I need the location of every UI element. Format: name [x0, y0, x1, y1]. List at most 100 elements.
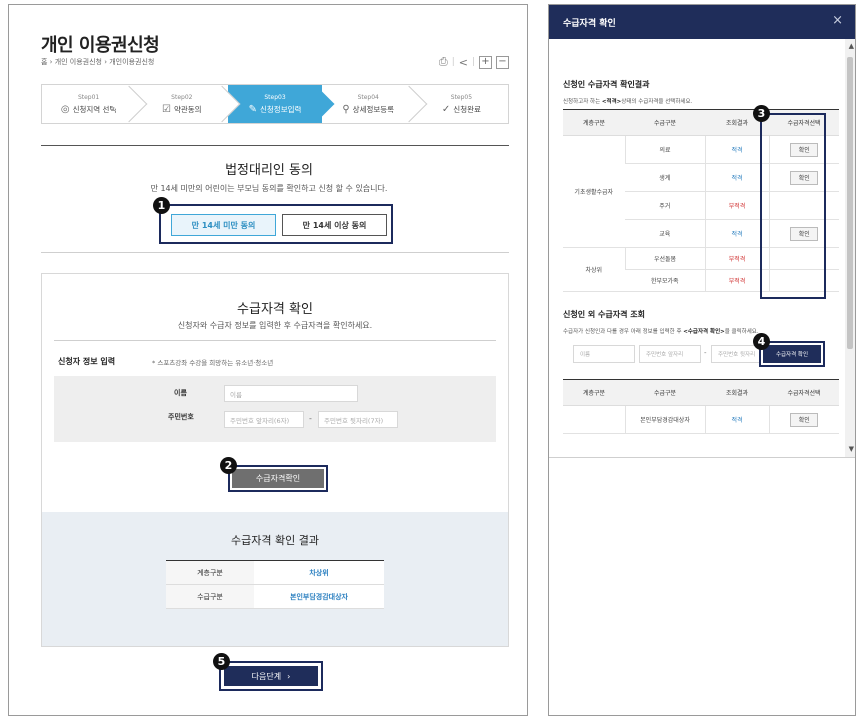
- result-title: 수급자격 확인 결과: [231, 534, 319, 547]
- qualification-card: 수급자격 확인 신청자와 수급자 정보를 입력한 후 수급자격을 확인하세요. …: [42, 274, 508, 512]
- callout-badge-2: 2: [220, 457, 237, 474]
- share-icon[interactable]: <: [459, 56, 468, 69]
- group-cell: 차상위: [563, 247, 625, 292]
- checkbox-icon: ☑: [162, 103, 171, 115]
- result-cell: 적격: [704, 405, 769, 434]
- search-icon: ⚲: [342, 103, 350, 115]
- step-number: Step05: [450, 93, 473, 101]
- step-5: Step05 ✓ 신청완료: [414, 85, 509, 123]
- modal-bottom-line: [549, 457, 855, 458]
- other-name-input[interactable]: 이름: [573, 345, 635, 363]
- divider: [54, 340, 496, 341]
- zoom-out-button[interactable]: −: [496, 55, 509, 69]
- modal-title: 수급자격 확인: [563, 19, 616, 29]
- rrn-dash: -: [704, 349, 707, 357]
- result-value: 본인부담경감대상자: [254, 584, 384, 609]
- col-header: 조회결과: [705, 379, 769, 406]
- step-number: Step04: [357, 93, 379, 101]
- name-input[interactable]: 이름: [224, 385, 358, 402]
- scrollbar-thumb[interactable]: [847, 57, 853, 349]
- desc-emphasis: <수급자격 확인>: [683, 329, 725, 335]
- table-header: 계층구분 수급구분 조회결과 수급자격선택: [563, 379, 839, 406]
- type-cell: 우선돌봄: [624, 247, 705, 270]
- col-header: 수급구분: [625, 109, 705, 136]
- step-number: Step03: [264, 93, 286, 101]
- select-cell: 확인: [768, 405, 839, 434]
- other-rrn-back-input[interactable]: 주민번호 뒷자리: [711, 345, 761, 363]
- printer-icon[interactable]: ⎙: [439, 55, 448, 69]
- page-tools: ⎙ | < | + −: [439, 55, 509, 69]
- rrn-dash: -: [309, 414, 312, 423]
- step-3-active: Step03 ✎ 신청정보입력: [228, 85, 334, 123]
- desc-text: 신청하고자 하는: [563, 99, 602, 105]
- page-title: 개인 이용권신청: [41, 35, 160, 56]
- step-indicator: Step01 ◎ 신청지역 선택 Step02 ☑ 약관동의 Step03 ✎ 신청정…: [41, 84, 509, 124]
- pencil-icon: ✎: [248, 103, 257, 115]
- type-cell: 의료: [624, 135, 705, 164]
- other-rrn-front-input[interactable]: 주민번호 앞자리: [639, 345, 701, 363]
- name-label: 이름: [174, 389, 187, 397]
- table-row: 계층구분 차상위: [166, 560, 384, 585]
- col-header: 계층구분: [563, 379, 625, 406]
- step-label: 약관동의: [173, 104, 202, 114]
- breadcrumb: 홈 › 개인 이용권신청 › 개인이용권신청: [41, 58, 155, 66]
- result-key: 계층구분: [166, 560, 254, 585]
- applicant-info-note: * 스포츠강좌 수강을 희망하는 유소년·청소년: [152, 359, 274, 367]
- location-icon: ◎: [60, 103, 70, 115]
- close-icon[interactable]: ×: [832, 13, 843, 28]
- callout-badge-5: 5: [213, 653, 230, 670]
- col-header: 수급자격선택: [769, 379, 839, 406]
- scroll-up-icon[interactable]: ▲: [849, 42, 854, 50]
- table-row: 수급구분 본인부담경감대상자: [166, 584, 384, 609]
- type-cell: 한부모가족: [625, 269, 705, 292]
- qualification-title: 수급자격 확인: [237, 302, 313, 317]
- other-check-qualification-button[interactable]: 수급자격 확인: [763, 345, 821, 363]
- step-label: 신청정보입력: [260, 104, 302, 114]
- zoom-in-button[interactable]: +: [479, 55, 492, 69]
- type-cell: 생계: [625, 163, 705, 192]
- group-cell: [563, 405, 625, 434]
- rrn-front-input[interactable]: 주민번호 앞자리(6자): [224, 411, 304, 428]
- step-1: Step01 ◎ 신청지역 선택: [42, 85, 148, 123]
- check-circle-icon: ✓: [441, 103, 451, 115]
- type-cell: 본인부담경감대상자: [624, 405, 705, 434]
- highlight-box-3: [760, 113, 826, 299]
- scroll-down-icon[interactable]: ▼: [849, 445, 854, 453]
- consent-title: 법정대리인 동의: [225, 163, 313, 178]
- modal-body: 신청인 수급자격 확인결과 신청하고자 하는 <적격>상태의 수급자격을 선택하…: [549, 39, 845, 457]
- other-recipient-desc: 수급자가 신청인과 다를 경우 아래 정보를 입력한 후 <수급자격 확인>을 …: [563, 327, 759, 335]
- type-cell: 주거: [625, 191, 705, 220]
- callout-badge-4: 4: [753, 333, 770, 350]
- step-label: 신청지역 선택: [72, 104, 117, 114]
- col-header: 수급구분: [625, 379, 705, 406]
- qualification-modal: 수급자격 확인 × 신청인 수급자격 확인결과 신청하고자 하는 <적격>상태의…: [548, 4, 856, 716]
- over-14-consent-button[interactable]: 만 14세 이상 동의: [282, 214, 387, 236]
- consent-subtitle: 만 14세 미만의 어린이는 부모님 동의를 확인하고 신청 할 수 있습니다.: [150, 184, 388, 193]
- qualification-section: 수급자격 확인 신청자와 수급자 정보를 입력한 후 수급자격을 확인하세요. …: [41, 273, 509, 647]
- step-label: 상세정보등록: [352, 104, 395, 114]
- next-step-button[interactable]: 다음단계 ›: [224, 666, 318, 686]
- step-number: Step02: [171, 93, 193, 101]
- modal-header: 수급자격 확인 ×: [549, 5, 855, 39]
- group-cell: 기초생활수급자: [563, 135, 625, 248]
- next-step-label: 다음단계: [251, 671, 282, 681]
- callout-badge-3: 3: [753, 105, 770, 122]
- col-header: 계층구분: [563, 109, 625, 136]
- result-key: 수급구분: [166, 584, 254, 609]
- result-table: 계층구분 차상위 수급구분 본인부담경감대상자: [166, 560, 384, 609]
- step-number: Step01: [77, 93, 100, 101]
- select-button[interactable]: 확인: [790, 412, 819, 427]
- rrn-back-input[interactable]: 주민번호 뒷자리(7자): [318, 411, 398, 428]
- desc-emphasis: <적격>: [601, 99, 622, 105]
- check-qualification-button[interactable]: 수급자격확인: [232, 469, 324, 488]
- section-divider: [41, 145, 509, 146]
- qualification-subtitle: 신청자와 수급자 정보를 입력한 후 수급자격을 확인하세요.: [177, 321, 373, 330]
- step-2: Step02 ☑ 약관동의: [135, 85, 241, 123]
- desc-text: 상태의 수급자격을 선택하세요.: [621, 99, 693, 105]
- callout-badge-1: 1: [153, 197, 170, 214]
- step-label: 신청완료: [453, 104, 481, 114]
- applicant-result-desc: 신청하고자 하는 <적격>상태의 수급자격을 선택하세요.: [563, 97, 692, 105]
- result-value: 차상위: [254, 560, 384, 585]
- under-14-consent-button[interactable]: 만 14세 미만 동의: [171, 214, 276, 236]
- chevron-right-icon: ›: [287, 671, 291, 681]
